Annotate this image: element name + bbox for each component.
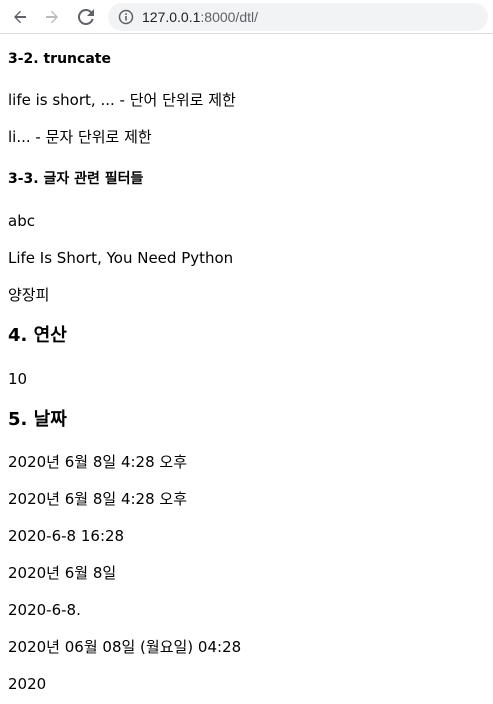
truncate-heading: 3-2. truncate bbox=[8, 51, 111, 67]
filters-heading: 3-3. 글자 관련 필터들 bbox=[8, 171, 144, 187]
date-line: 2020-6-8 16:28 bbox=[8, 527, 125, 545]
date-line: 2020-6-8. bbox=[8, 601, 81, 619]
date-heading: 5. 날짜 bbox=[8, 409, 67, 430]
forward-button[interactable] bbox=[40, 5, 64, 29]
date-line: 2020년 06월 08일 (월요일) 04:28 bbox=[8, 638, 242, 656]
date-line: 2020년 6월 8일 4:28 오후 bbox=[8, 453, 188, 471]
url-path: :8000/dtl/ bbox=[200, 9, 258, 25]
truncate-words-text: life is short, ... - 단어 단위로 제한 bbox=[8, 91, 236, 109]
lower-filter-text: abc bbox=[8, 212, 35, 230]
title-filter-text: Life Is Short, You Need Python bbox=[8, 249, 234, 267]
date-line: 2020년 6월 8일 4:28 오후 bbox=[8, 490, 188, 508]
url-host: 127.0.0.1 bbox=[142, 9, 201, 25]
date-line: 2020 bbox=[8, 675, 47, 693]
back-button[interactable] bbox=[8, 5, 32, 29]
date-line: 2020년 6월 8일 bbox=[8, 564, 117, 582]
url-text[interactable]: 127.0.0.1:8000/dtl/ bbox=[142, 9, 258, 25]
truncate-chars-text: li... - 문자 단위로 제한 bbox=[8, 128, 152, 146]
reload-button[interactable] bbox=[74, 5, 98, 29]
reload-icon bbox=[78, 9, 94, 25]
length-filter-text: 양장피 bbox=[8, 286, 50, 304]
address-bar[interactable]: 127.0.0.1:8000/dtl/ bbox=[108, 3, 488, 31]
browser-toolbar: 127.0.0.1:8000/dtl/ bbox=[0, 0, 493, 34]
forward-arrow-icon bbox=[46, 10, 58, 24]
calc-result-text: 10 bbox=[8, 370, 28, 388]
back-arrow-icon bbox=[14, 10, 26, 24]
calc-heading: 4. 연산 bbox=[8, 325, 67, 346]
info-icon[interactable] bbox=[118, 9, 134, 25]
